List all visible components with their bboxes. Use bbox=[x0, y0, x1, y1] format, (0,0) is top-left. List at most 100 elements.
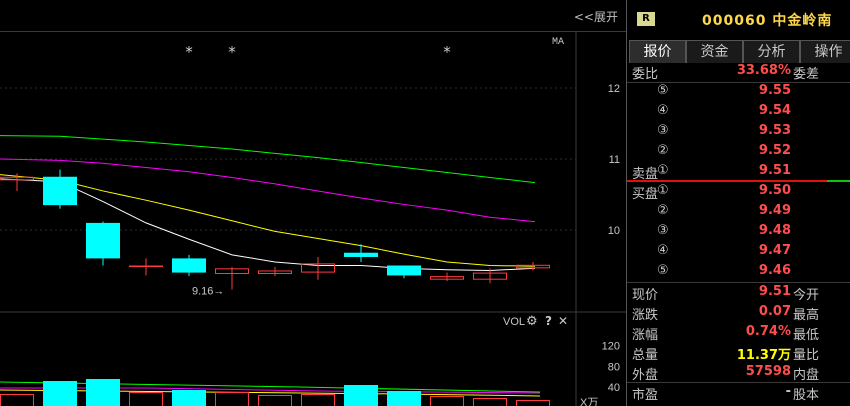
help-icon[interactable]: ? bbox=[545, 314, 552, 328]
ask-row: ④ 9.54 bbox=[627, 102, 850, 122]
bid-level: ③ bbox=[657, 223, 669, 238]
volume-bar bbox=[430, 396, 464, 406]
bid-price: 9.49 bbox=[758, 203, 791, 218]
candle-body bbox=[43, 176, 77, 206]
ask-price: 9.55 bbox=[758, 83, 791, 98]
star-marker: * bbox=[185, 43, 193, 61]
quote-separator bbox=[627, 282, 850, 283]
bid-row: ③ 9.48 bbox=[627, 222, 850, 242]
volume-bar bbox=[473, 398, 507, 406]
volume-bar bbox=[0, 394, 34, 406]
ma-label: MA bbox=[552, 37, 564, 48]
price-tick-label: 12 bbox=[608, 83, 620, 95]
vol-label: VOL bbox=[503, 316, 525, 328]
tab-1[interactable]: 报价 bbox=[629, 40, 686, 63]
star-marker: * bbox=[228, 43, 236, 61]
stat-label: 现价 bbox=[632, 288, 659, 303]
stat-label: 总量 bbox=[632, 348, 659, 363]
volume-bar bbox=[344, 385, 378, 406]
stat-row: 外盘 57598 内盘 bbox=[627, 363, 850, 383]
volume-bar bbox=[172, 390, 206, 406]
bid-level: ⑤ bbox=[657, 263, 669, 278]
quote-separator bbox=[627, 82, 850, 83]
stock-title: 000060 中金岭南 bbox=[702, 13, 833, 29]
volume-bar bbox=[86, 379, 120, 406]
candle-body bbox=[86, 222, 120, 259]
quote-separator bbox=[627, 382, 850, 383]
ma-line-ma10 bbox=[0, 174, 535, 267]
volume-tick-label: 40 bbox=[608, 382, 620, 394]
stat-row: 总量 11.37万 量比 bbox=[627, 343, 850, 363]
ask-price: 9.52 bbox=[758, 143, 791, 158]
bid-ask-divider-green bbox=[827, 180, 850, 182]
stat-value: 0.74% bbox=[745, 324, 791, 339]
stat-label: 涨幅 bbox=[632, 328, 659, 343]
stat-label-right: 内盘 bbox=[793, 368, 820, 383]
bid-level: ① bbox=[657, 183, 669, 198]
volume-bar bbox=[301, 394, 335, 406]
tab-4[interactable]: 操作 bbox=[800, 40, 850, 63]
volume-bar bbox=[258, 395, 292, 406]
volume-bar bbox=[516, 400, 550, 406]
bid-price: 9.46 bbox=[758, 263, 791, 278]
ask-row: ② 9.52 bbox=[627, 142, 850, 162]
ask-level: ② bbox=[657, 143, 669, 158]
bid-level: ② bbox=[657, 203, 669, 218]
candle-body bbox=[387, 265, 421, 276]
bid-row: ④ 9.47 bbox=[627, 242, 850, 262]
stat-value: 9.51 bbox=[758, 284, 791, 299]
stat-label: 市盈 bbox=[632, 388, 659, 403]
weibi-value: 33.68% bbox=[736, 63, 791, 78]
bid-level: ④ bbox=[657, 243, 669, 258]
tab-2[interactable]: 资金 bbox=[686, 40, 743, 63]
ask-price: 9.54 bbox=[758, 103, 791, 118]
volume-bar bbox=[387, 391, 421, 406]
stat-row: 现价 9.51 今开 bbox=[627, 283, 850, 303]
star-marker: * bbox=[443, 43, 451, 61]
bid-label: 买盘 bbox=[632, 187, 659, 202]
stat-label-right: 今开 bbox=[793, 288, 820, 303]
ask-level: ⑤ bbox=[657, 83, 669, 98]
ask-price: 9.51 bbox=[758, 163, 791, 178]
ask-level: ③ bbox=[657, 123, 669, 138]
stat-label-right: 股本 bbox=[793, 388, 820, 403]
price-tick-label: 11 bbox=[609, 154, 620, 166]
volume-tick-label: 120 bbox=[602, 341, 620, 353]
close-icon[interactable]: ✕ bbox=[558, 314, 568, 328]
tab-3[interactable]: 分析 bbox=[743, 40, 800, 63]
gear-icon[interactable]: ⚙ bbox=[526, 314, 538, 329]
stat-value: - bbox=[785, 384, 791, 399]
candle-body bbox=[344, 252, 378, 257]
volume-bar bbox=[129, 392, 163, 406]
stat-label: 涨跌 bbox=[632, 308, 659, 323]
ask-row: ③ 9.53 bbox=[627, 122, 850, 142]
ask-level: ④ bbox=[657, 103, 669, 118]
bid-row: ② 9.49 bbox=[627, 202, 850, 222]
stat-value: 11.37万 bbox=[736, 348, 791, 363]
weibi-label: 委比 bbox=[632, 67, 659, 82]
price-tick-label: 10 bbox=[608, 225, 620, 237]
stat-value: 0.07 bbox=[758, 304, 791, 319]
quote-panel: R 000060 中金岭南 报价 资金 分析 操作 委比 33.68% 委差 ⑤ 9.55 ④ 9… bbox=[626, 0, 850, 406]
low-annotation: 9.16→ bbox=[192, 286, 224, 298]
ma-line-ma5 bbox=[0, 178, 535, 271]
kline-chart-area[interactable]: <<展开 12 11 10 MA * * * 9.16→ VOL ⚙? ✕ 120 80 40 X万 bbox=[0, 0, 626, 406]
ma-line-ma20 bbox=[0, 158, 535, 222]
weicha-label: 委差 bbox=[793, 67, 820, 82]
bid-price: 9.47 bbox=[758, 243, 791, 258]
kline-chart[interactable]: 12 11 10 MA * * * 9.16→ VOL ⚙? ✕ 120 80 40 X万 bbox=[0, 0, 626, 406]
volume-tick-label: 80 bbox=[608, 361, 620, 373]
stat-row: 市盈 - 股本 bbox=[627, 383, 850, 403]
ask-price: 9.53 bbox=[758, 123, 791, 138]
candle-body bbox=[172, 258, 206, 273]
stat-row: 涨跌 0.07 最高 bbox=[627, 303, 850, 323]
bid-price: 9.48 bbox=[758, 223, 791, 238]
stat-row: 涨幅 0.74% 最低 bbox=[627, 323, 850, 343]
ask-level: ① bbox=[657, 163, 669, 178]
stat-label-right: 量比 bbox=[793, 348, 820, 363]
bid-price: 9.50 bbox=[758, 183, 791, 198]
stat-label-right: 最高 bbox=[793, 308, 820, 323]
stat-value: 57598 bbox=[745, 364, 791, 379]
stat-label: 外盘 bbox=[632, 368, 659, 383]
ask-row: 卖盘 ① 9.51 bbox=[627, 162, 850, 182]
